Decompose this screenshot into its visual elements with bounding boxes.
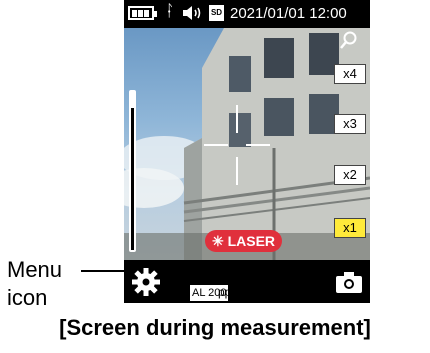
- zoom-x2-button[interactable]: x2: [334, 165, 366, 185]
- datetime: 2021/01/01 12:00: [230, 5, 347, 22]
- bluetooth-icon: ᛛ: [165, 3, 175, 20]
- battery-icon: [128, 6, 157, 20]
- device-screen: ᛛ SD 2021/01/01 12:00 x4 x3 x2 x1 ✳ LASE…: [124, 0, 370, 303]
- laser-icon: ✳: [211, 233, 224, 249]
- sd-card-icon: SD: [209, 5, 224, 21]
- camera-icon[interactable]: [335, 270, 363, 294]
- camera-view: x4 x3 x2 x1: [124, 28, 370, 260]
- menu-icon-callout: Menu icon: [7, 257, 63, 310]
- measurement-value: 94: [260, 259, 303, 294]
- status-bar: ᛛ SD 2021/01/01 12:00: [124, 0, 370, 28]
- level-fill: [131, 107, 134, 250]
- level-bar: [129, 90, 136, 252]
- magnifier-icon[interactable]: [340, 31, 358, 49]
- figure-caption: [Screen during measurement]: [59, 315, 371, 340]
- measurement-unit: ppm-m: [218, 285, 256, 299]
- callout-line: [81, 270, 126, 272]
- laser-label: LASER: [227, 233, 276, 249]
- gear-icon[interactable]: [131, 267, 161, 297]
- zoom-x1-button[interactable]: x1: [334, 218, 366, 238]
- laser-badge: ✳ LASER: [205, 230, 282, 252]
- zoom-x4-button[interactable]: x4: [334, 64, 366, 84]
- zoom-x3-button[interactable]: x3: [334, 114, 366, 134]
- crosshair-icon: [204, 105, 270, 185]
- speaker-icon: [183, 6, 201, 20]
